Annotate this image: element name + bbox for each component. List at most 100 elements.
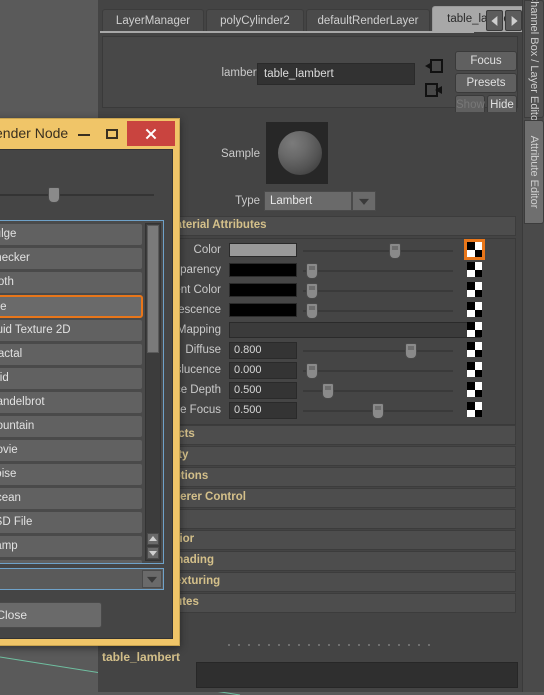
- slider-thumb[interactable]: [405, 343, 418, 359]
- list-item[interactable]: Ocean: [0, 487, 143, 510]
- type-label: Type: [235, 195, 260, 207]
- attribute-slider[interactable]: [303, 283, 453, 299]
- map-checker-button[interactable]: [467, 322, 482, 337]
- render-node-list[interactable]: Bulge Checker Cloth File Fluid Texture 2D Fra…: [0, 223, 143, 563]
- list-item[interactable]: BMovie: [0, 439, 143, 462]
- slider-thumb[interactable]: [322, 383, 335, 399]
- slider-thumb[interactable]: [388, 243, 401, 259]
- render-node-list-panel[interactable]: Bulge Checker Cloth File Fluid Texture 2D Fra…: [0, 220, 164, 564]
- list-item[interactable]: File: [0, 295, 143, 318]
- list-item[interactable]: Fractal: [0, 343, 143, 366]
- list-item[interactable]: Cloth: [0, 271, 143, 294]
- slider-thumb[interactable]: [305, 303, 318, 319]
- list-item-label: Cloth: [0, 276, 14, 288]
- list-item-label: Grid: [0, 372, 9, 384]
- list-scroll-up-arrow-icon[interactable]: [147, 533, 159, 545]
- tab-prev-arrow-button[interactable]: [486, 10, 503, 31]
- bump-mapping-field[interactable]: [229, 322, 481, 338]
- value-input[interactable]: 0.500: [229, 382, 297, 399]
- right-tab-rail: Channel Box / Layer Editor Attribute Edi…: [522, 0, 544, 692]
- color-swatch[interactable]: [229, 263, 297, 277]
- dialog-titlebar[interactable]: Create Render Node: [0, 119, 179, 149]
- tab-polycylinder2[interactable]: polyCylinder2: [206, 9, 304, 32]
- tab-next-arrow-button[interactable]: [505, 10, 522, 31]
- attribute-slider[interactable]: [303, 343, 453, 359]
- map-checker-button[interactable]: [467, 362, 482, 377]
- list-item[interactable]: Fluid Texture 2D: [0, 319, 143, 342]
- list-scrollbar-thumb[interactable]: [147, 225, 159, 353]
- attribute-slider[interactable]: [303, 363, 453, 379]
- list-item[interactable]: Grid: [0, 367, 143, 390]
- color-swatch[interactable]: [229, 283, 297, 297]
- value-input[interactable]: 0.800: [229, 342, 297, 359]
- dialog-title: Create Render Node: [0, 125, 69, 141]
- map-checker-button[interactable]: [467, 262, 482, 277]
- list-item-label: Mountain: [0, 420, 35, 432]
- map-checker-button[interactable]: [467, 382, 482, 397]
- list-item-label: Mandelbrot: [0, 396, 45, 408]
- vertical-tab-label: Attribute Editor: [528, 135, 540, 209]
- value-input[interactable]: 0.500: [229, 402, 297, 419]
- list-item[interactable]: Bulge: [0, 223, 143, 246]
- attribute-slider[interactable]: [303, 383, 453, 399]
- list-item[interactable]: Mandelbrot: [0, 391, 143, 414]
- value-input[interactable]: 0.000: [229, 362, 297, 379]
- color-swatch[interactable]: [229, 243, 297, 257]
- slider-thumb[interactable]: [372, 403, 384, 419]
- vertical-tab-attribute-editor[interactable]: Attribute Editor: [524, 120, 544, 224]
- close-icon[interactable]: [127, 121, 175, 146]
- close-button[interactable]: Close: [0, 602, 102, 628]
- list-item-label: Movie: [0, 444, 18, 456]
- attribute-editor-header: lambert: table_lambert Focus Presets Sho…: [102, 36, 518, 115]
- icon-size-slider[interactable]: [0, 187, 154, 203]
- node-type-label: lambert:: [221, 67, 263, 79]
- list-scroll-down-arrow-icon[interactable]: [147, 547, 159, 559]
- notes-textarea[interactable]: [196, 662, 518, 688]
- attribute-slider[interactable]: [303, 263, 453, 279]
- list-item-label: Noise: [0, 468, 17, 480]
- color-swatch[interactable]: [229, 303, 297, 317]
- list-item-label: Checker: [0, 252, 30, 264]
- list-item[interactable]: Ramp: [0, 535, 143, 558]
- map-checker-button[interactable]: [464, 239, 485, 260]
- dialog-combo-input[interactable]: [0, 568, 164, 590]
- input-connection-icon[interactable]: [425, 59, 443, 74]
- notes-node-label: table_lambert: [102, 650, 181, 664]
- vertical-tab-label: Channel Box / Layer Editor: [528, 0, 540, 125]
- material-sample-preview[interactable]: [266, 122, 328, 184]
- slider-thumb[interactable]: [48, 187, 60, 203]
- tab-layermanager[interactable]: LayerManager: [102, 9, 204, 32]
- map-checker-button[interactable]: [467, 402, 482, 417]
- list-item-label: Fluid Texture 2D: [0, 324, 71, 336]
- attribute-slider[interactable]: [303, 403, 453, 419]
- list-item[interactable]: Checker: [0, 247, 143, 270]
- minimize-icon[interactable]: [73, 125, 95, 143]
- sample-label: Sample: [221, 148, 260, 160]
- slider-thumb[interactable]: [305, 363, 318, 379]
- list-item[interactable]: Mountain: [0, 415, 143, 438]
- tab-defaultrenderlayer[interactable]: defaultRenderLayer: [306, 9, 430, 32]
- slider-thumb[interactable]: [305, 283, 318, 299]
- list-item-label: PSD File: [0, 516, 33, 528]
- list-item-label: Ramp: [0, 540, 18, 552]
- vertical-tab-channel-box-layer-editor[interactable]: Channel Box / Layer Editor: [524, 0, 544, 125]
- attribute-slider[interactable]: [303, 243, 453, 259]
- output-connection-icon[interactable]: [425, 83, 443, 98]
- map-checker-button[interactable]: [467, 342, 482, 357]
- attribute-slider[interactable]: [303, 303, 453, 319]
- focus-button[interactable]: Focus: [455, 51, 517, 71]
- list-item[interactable]: PSDPSD File: [0, 511, 143, 534]
- type-dropdown[interactable]: Lambert: [264, 191, 352, 211]
- slider-thumb[interactable]: [305, 263, 318, 279]
- map-checker-button[interactable]: [467, 282, 482, 297]
- list-item[interactable]: Water: [0, 559, 143, 563]
- node-name-input[interactable]: table_lambert: [257, 63, 415, 85]
- create-render-node-dialog[interactable]: Create Render Node Bulge Checker Cloth File…: [0, 118, 180, 646]
- presets-button[interactable]: Presets: [455, 73, 517, 93]
- map-checker-button[interactable]: [467, 302, 482, 317]
- list-scrollbar[interactable]: [145, 223, 161, 561]
- chevron-down-icon[interactable]: [352, 191, 376, 211]
- list-item[interactable]: Noise: [0, 463, 143, 486]
- chevron-down-icon[interactable]: [142, 570, 162, 588]
- maximize-icon[interactable]: [101, 125, 123, 143]
